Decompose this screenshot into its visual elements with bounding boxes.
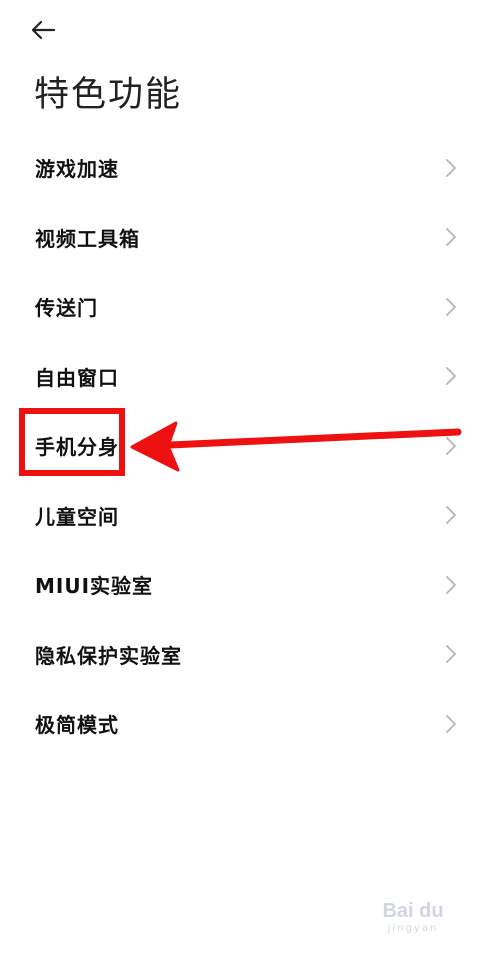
menu-item-free-window[interactable]: 自由窗口 [0,342,489,412]
menu-item-label: 手机分身 [35,435,119,460]
menu-item-portal[interactable]: 传送门 [0,272,489,342]
menu-item-minimal-mode[interactable]: 极简模式 [0,689,489,759]
chevron-right-icon [446,506,456,525]
menu-item-label: 极简模式 [35,713,119,738]
feature-menu-list: 游戏加速 视频工具箱 传送门 自由窗口 手机分身 儿童空间 MIUI实验室 隐私… [0,133,489,759]
menu-item-kids-space[interactable]: 儿童空间 [0,481,489,551]
menu-item-label: 自由窗口 [35,365,119,390]
menu-item-label: 儿童空间 [35,504,119,529]
chevron-right-icon [446,367,456,386]
menu-item-label: MIUI实验室 [35,574,154,599]
page-title: 特色功能 [34,75,183,115]
menu-item-label: 游戏加速 [35,157,119,182]
baidu-jingyan-watermark: Bai du jingyan [363,900,463,940]
back-button[interactable] [30,14,66,46]
chevron-right-icon [446,158,456,177]
chevron-right-icon [446,228,456,247]
watermark-brand: Bai du [382,900,444,922]
chevron-right-icon [446,645,456,664]
arrow-left-icon [31,20,56,40]
menu-item-label: 视频工具箱 [35,226,140,251]
menu-item-privacy-lab[interactable]: 隐私保护实验室 [0,620,489,690]
chevron-right-icon [446,575,456,594]
menu-item-video-toolbox[interactable]: 视频工具箱 [0,203,489,273]
menu-item-second-space[interactable]: 手机分身 [0,411,489,481]
menu-item-miui-lab[interactable]: MIUI实验室 [0,550,489,620]
chevron-right-icon [446,297,456,316]
menu-item-label: 传送门 [35,296,98,321]
menu-item-game-acceleration[interactable]: 游戏加速 [0,133,489,203]
chevron-right-icon [446,714,456,733]
menu-item-label: 隐私保护实验室 [35,643,182,668]
chevron-right-icon [446,436,456,455]
watermark-sub: jingyan [387,923,439,934]
